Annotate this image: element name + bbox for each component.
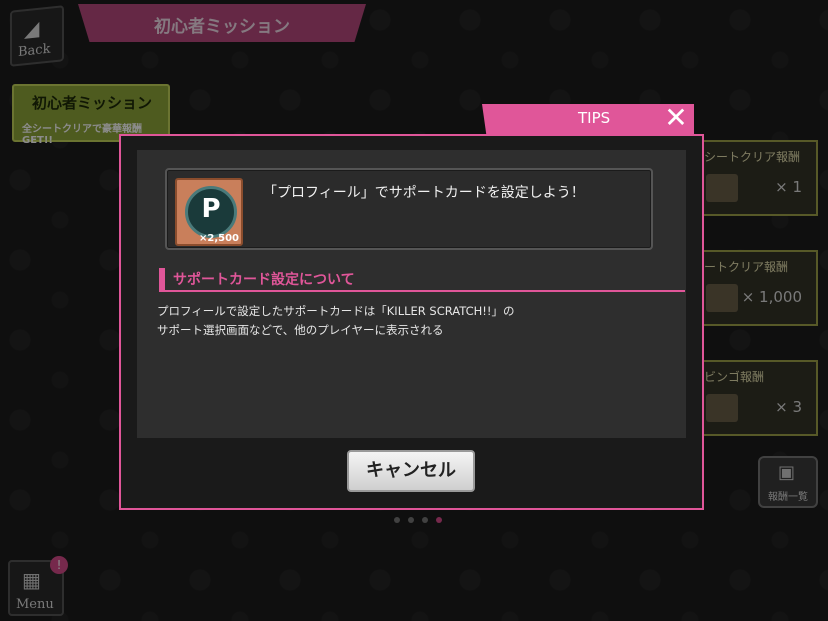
description-line: プロフィールで設定したサポートカードは「KILLER SCRATCH!!」の: [157, 304, 515, 318]
support-item-icon: P ×2,500: [175, 178, 243, 246]
coin-letter: P: [201, 194, 221, 224]
p-coin-icon: P: [185, 186, 237, 238]
tip-card: P ×2,500 「プロフィール」でサポートカードを設定しよう！: [165, 168, 653, 250]
cancel-button[interactable]: キャンセル: [347, 450, 475, 492]
tip-card-text: 「プロフィール」でサポートカードを設定しよう！: [263, 185, 585, 201]
tips-dialog: P ×2,500 「プロフィール」でサポートカードを設定しよう！ サポートカード…: [119, 134, 704, 510]
description-line: サポート選択画面などで、他のプレイヤーに表示される: [157, 323, 444, 337]
tip-description: プロフィールで設定したサポートカードは「KILLER SCRATCH!!」の サ…: [157, 302, 515, 340]
section-title: サポートカード設定について: [173, 272, 355, 288]
section-heading: サポートカード設定について: [159, 268, 685, 292]
close-icon[interactable]: ✕: [660, 104, 692, 134]
tips-dialog-body: P ×2,500 「プロフィール」でサポートカードを設定しよう！ サポートカード…: [137, 150, 686, 438]
item-quantity: ×2,500: [198, 233, 239, 244]
tips-tab-label: TIPS: [578, 109, 611, 127]
